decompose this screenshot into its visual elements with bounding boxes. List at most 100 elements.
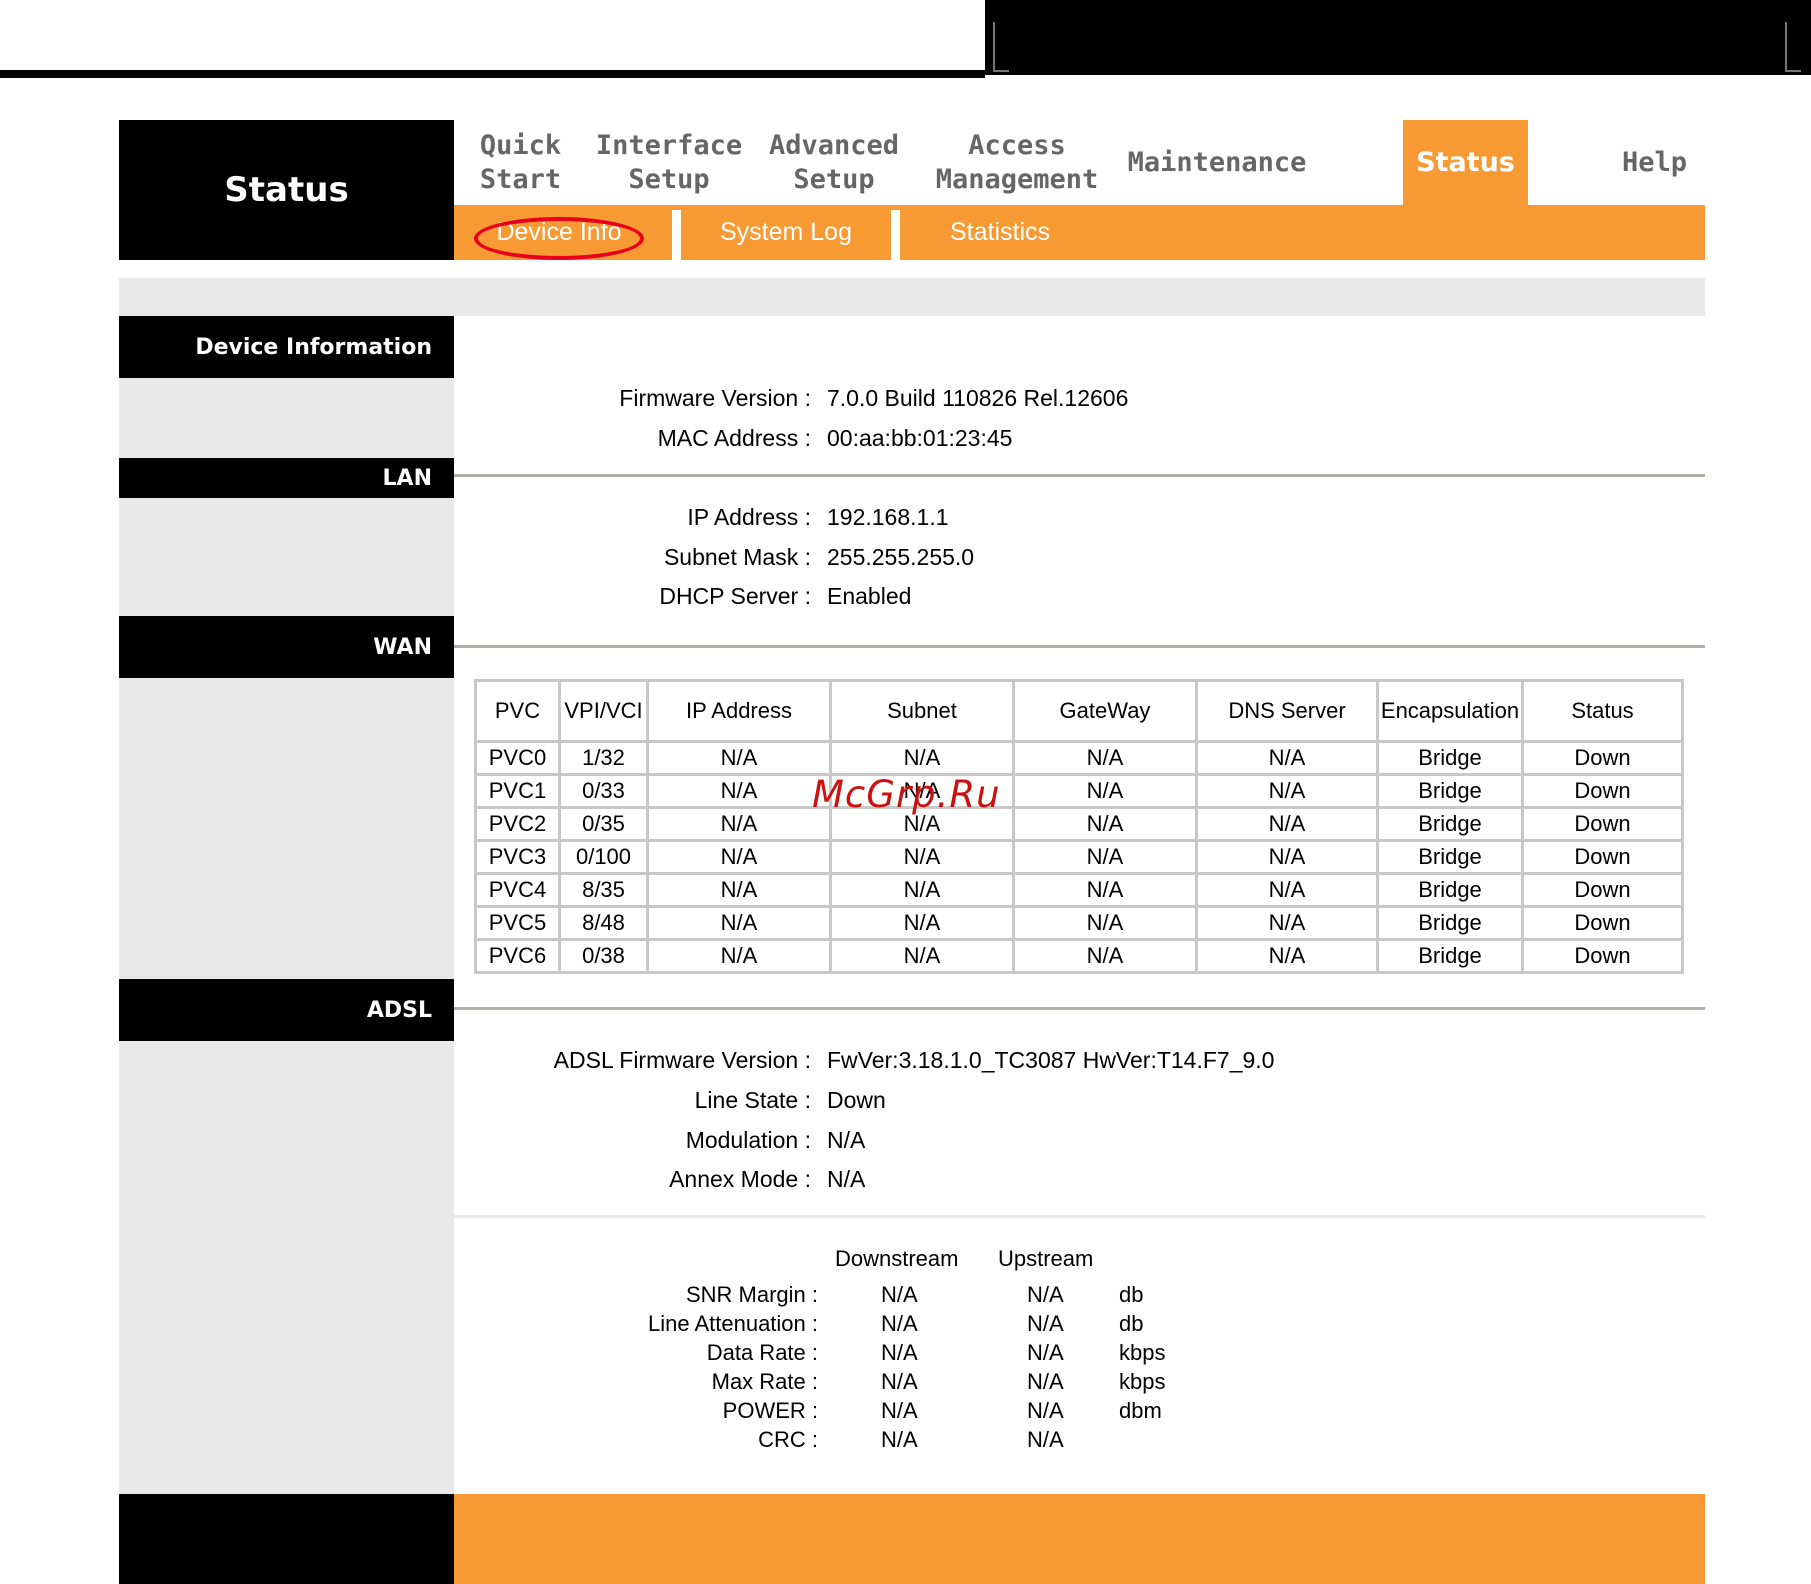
table-cell: Down — [1521, 872, 1684, 908]
adsl-firmware-value: FwVer:3.18.1.0_TC3087 HwVer:T14.F7_9.0 — [827, 1047, 1275, 1073]
firmware-label: Firmware Version : — [619, 385, 811, 411]
table-cell: PVC3 — [474, 839, 561, 875]
stat-unit: db — [1119, 1311, 1144, 1336]
table-cell: N/A — [1195, 905, 1379, 941]
tab-interface-setup[interactable]: Interface Setup — [587, 120, 751, 205]
section-adsl: ADSL — [119, 979, 454, 1041]
stat-downstream: N/A — [881, 1369, 918, 1394]
table-cell: Down — [1521, 938, 1684, 974]
adsl-firmware-label: ADSL Firmware Version : — [553, 1047, 811, 1073]
table-cell: Bridge — [1376, 740, 1524, 776]
table-cell: Bridge — [1376, 938, 1524, 974]
table-cell: 1/32 — [558, 740, 649, 776]
table-row: PVC2 0/35 N/A N/A N/A N/A Bridge Down — [474, 806, 1684, 842]
stat-unit: kbps — [1119, 1369, 1166, 1394]
column-header: Encapsulation — [1376, 679, 1524, 743]
column-header: GateWay — [1012, 679, 1198, 743]
upstream-header: Upstream — [998, 1246, 1094, 1271]
section-wan: WAN — [119, 616, 454, 678]
subnet-mask-value: 255.255.255.0 — [827, 544, 975, 570]
stat-upstream: N/A — [1027, 1340, 1064, 1365]
footer-bar — [454, 1494, 1705, 1584]
stat-unit: db — [1119, 1282, 1144, 1307]
table-cell: N/A — [1195, 839, 1379, 875]
table-cell: N/A — [1195, 740, 1379, 776]
stat-label: SNR Margin : — [685, 1282, 818, 1307]
table-cell: PVC1 — [474, 773, 561, 809]
table-cell: N/A — [829, 905, 1015, 941]
tab-help[interactable]: Help — [1604, 120, 1705, 205]
divider — [454, 1007, 1705, 1010]
dhcp-label: DHCP Server : — [659, 583, 811, 609]
table-cell: 8/35 — [558, 872, 649, 908]
table-cell: Bridge — [1376, 905, 1524, 941]
table-cell: N/A — [1195, 872, 1379, 908]
footer-left — [119, 1494, 454, 1584]
table-cell: N/A — [646, 773, 832, 809]
document-header-rule — [0, 70, 985, 78]
subtab-divider — [891, 210, 900, 260]
table-cell: N/A — [829, 740, 1015, 776]
stat-label: Data Rate : — [706, 1340, 818, 1365]
table-cell: Down — [1521, 905, 1684, 941]
table-row: PVC5 8/48 N/A N/A N/A N/A Bridge Down — [474, 905, 1684, 941]
divider — [454, 645, 1705, 648]
stat-label: POWER : — [722, 1398, 818, 1423]
stat-downstream: N/A — [881, 1311, 918, 1336]
table-cell: Down — [1521, 773, 1684, 809]
stat-label: Line Attenuation : — [647, 1311, 818, 1336]
subtab-statistics[interactable]: Statistics — [900, 205, 1100, 260]
table-cell: Down — [1521, 839, 1684, 875]
subtab-system-log[interactable]: System Log — [681, 205, 891, 260]
table-cell: N/A — [646, 905, 832, 941]
divider — [454, 1215, 1705, 1218]
table-cell: Bridge — [1376, 773, 1524, 809]
dhcp-value: Enabled — [827, 583, 912, 609]
wan-table: PVC VPI/VCI IP Address Subnet GateWay DN… — [474, 679, 1684, 974]
stat-downstream: N/A — [881, 1340, 918, 1365]
table-cell: N/A — [1195, 938, 1379, 974]
main-nav: Quick Start Interface Setup Advanced Set… — [454, 120, 1705, 205]
table-cell: Bridge — [1376, 839, 1524, 875]
tab-advanced-setup[interactable]: Advanced Setup — [751, 120, 917, 205]
column-header: Status — [1521, 679, 1684, 743]
table-cell: Down — [1521, 806, 1684, 842]
table-cell: N/A — [1012, 872, 1198, 908]
table-cell: N/A — [1012, 773, 1198, 809]
table-cell: PVC0 — [474, 740, 561, 776]
column-header: IP Address — [646, 679, 832, 743]
tab-access-management[interactable]: Access Management — [917, 120, 1117, 205]
downstream-header: Downstream — [835, 1246, 959, 1271]
modulation-value: N/A — [827, 1127, 866, 1153]
stat-downstream: N/A — [881, 1282, 918, 1307]
table-cell: N/A — [1195, 773, 1379, 809]
column-header: DNS Server — [1195, 679, 1379, 743]
table-cell: Bridge — [1376, 806, 1524, 842]
table-cell: N/A — [646, 839, 832, 875]
stat-upstream: N/A — [1027, 1282, 1064, 1307]
annex-mode-value: N/A — [827, 1166, 866, 1192]
stat-unit: dbm — [1119, 1398, 1162, 1423]
annex-mode-label: Annex Mode : — [669, 1166, 811, 1192]
stat-upstream: N/A — [1027, 1369, 1064, 1394]
table-cell: N/A — [1012, 905, 1198, 941]
stat-upstream: N/A — [1027, 1398, 1064, 1423]
table-cell: Bridge — [1376, 872, 1524, 908]
lan-ip-value: 192.168.1.1 — [827, 504, 949, 530]
table-cell: PVC6 — [474, 938, 561, 974]
table-cell: PVC5 — [474, 905, 561, 941]
table-cell: N/A — [1195, 806, 1379, 842]
table-cell: N/A — [646, 740, 832, 776]
tab-quick-start[interactable]: Quick Start — [454, 120, 587, 205]
table-row: PVC1 0/33 N/A N/A N/A N/A Bridge Down — [474, 773, 1684, 809]
mac-value: 00:aa:bb:01:23:45 — [827, 425, 1013, 451]
table-row: PVC3 0/100 N/A N/A N/A N/A Bridge Down — [474, 839, 1684, 875]
tab-status[interactable]: Status — [1403, 120, 1528, 205]
stat-label: Max Rate : — [711, 1369, 818, 1394]
tab-maintenance[interactable]: Maintenance — [1117, 120, 1317, 205]
stat-upstream: N/A — [1027, 1311, 1064, 1336]
table-cell: N/A — [1012, 806, 1198, 842]
stat-upstream: N/A — [1027, 1427, 1064, 1452]
column-header: VPI/VCI — [558, 679, 649, 743]
content-top-bar — [119, 278, 1705, 316]
